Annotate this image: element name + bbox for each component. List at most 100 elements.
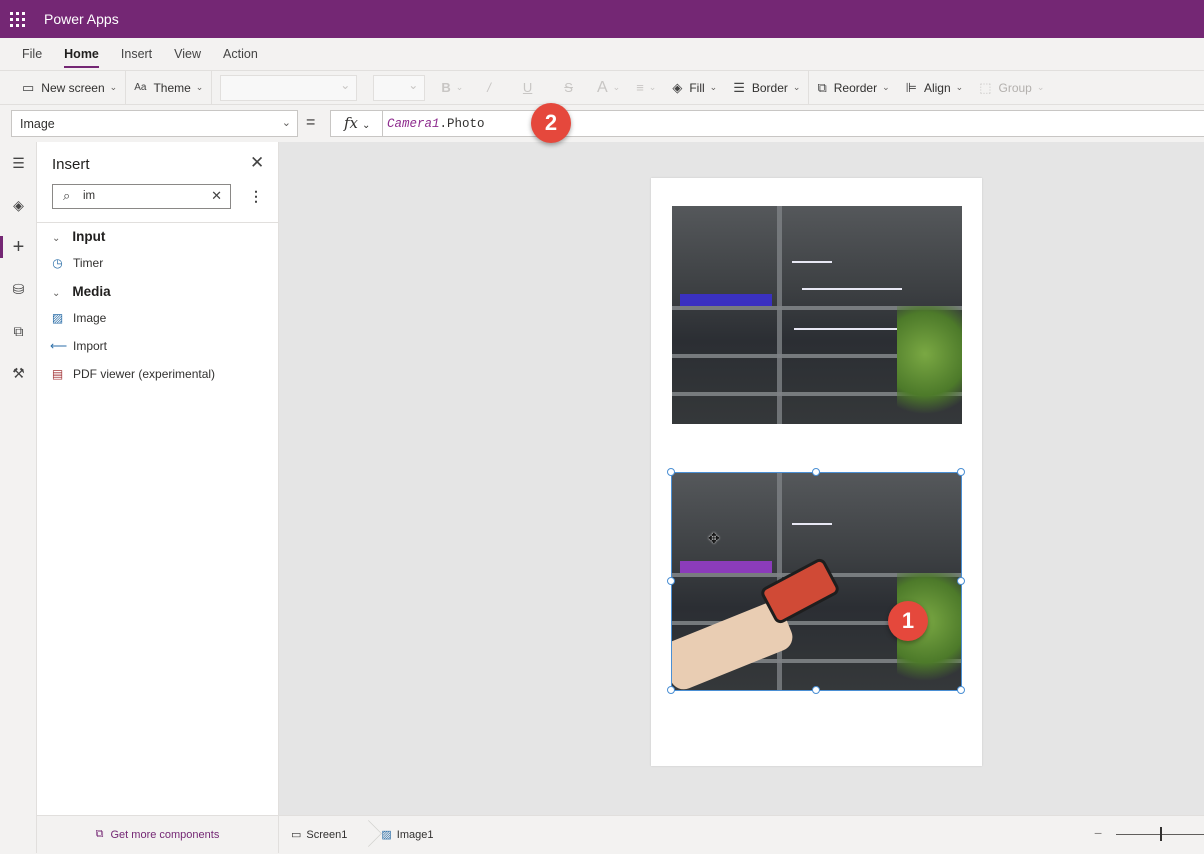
menu-view[interactable]: View bbox=[174, 43, 201, 65]
breadcrumb-screen[interactable]: ▭ Screen1 bbox=[279, 816, 359, 853]
ceiling-light bbox=[794, 328, 904, 330]
property-select[interactable]: Image ⌄ bbox=[11, 110, 298, 137]
timer-icon: ◷ bbox=[52, 256, 63, 270]
zoom-out-icon[interactable]: − bbox=[1094, 825, 1102, 841]
insert-item-label: Image bbox=[73, 311, 107, 325]
paint-bucket-icon: ◈ bbox=[672, 79, 683, 95]
insert-plus-icon[interactable]: + bbox=[0, 226, 37, 268]
fill-button[interactable]: ◈ Fill ⌄ bbox=[664, 71, 725, 104]
bold-button[interactable]: B ⌄ bbox=[433, 71, 471, 104]
italic-button[interactable]: / bbox=[471, 71, 507, 104]
panel-divider bbox=[37, 222, 278, 223]
hamburger-menu-icon[interactable]: ☰ bbox=[0, 142, 37, 184]
chevron-down-icon: ⌄ bbox=[195, 82, 204, 92]
image-icon: ▨ bbox=[381, 829, 392, 841]
app-title: Power Apps bbox=[44, 11, 119, 27]
ceiling-light bbox=[802, 288, 902, 290]
chevron-down-icon: ⌄ bbox=[1036, 82, 1045, 92]
chevron-down-icon: ⌄ bbox=[882, 82, 890, 92]
get-more-components-link[interactable]: ⧉ Get more components bbox=[37, 815, 279, 853]
insert-search-input[interactable]: ⌕ im ✕ bbox=[52, 184, 231, 209]
fx-button[interactable]: fx ⌄ bbox=[330, 110, 382, 137]
fill-label: Fill bbox=[689, 80, 705, 95]
app-launcher-icon[interactable] bbox=[0, 0, 34, 38]
equals-sign: = bbox=[306, 114, 316, 131]
zoom-slider-thumb[interactable] bbox=[1160, 827, 1162, 841]
font-color-button[interactable]: A ⌄ bbox=[589, 71, 628, 104]
annotation-badge-2: 2 bbox=[531, 103, 571, 143]
chevron-down-icon: ⌄ bbox=[612, 82, 621, 92]
font-size-wrapper bbox=[365, 71, 433, 104]
annotation-badge-1: 1 bbox=[888, 601, 928, 641]
more-options-icon[interactable]: ⋮ bbox=[249, 188, 263, 205]
font-size-select[interactable] bbox=[373, 74, 426, 101]
underline-button[interactable]: U bbox=[507, 71, 548, 104]
zoom-control: − bbox=[1094, 816, 1204, 854]
group-icon: ⬚ bbox=[979, 79, 992, 95]
status-bar: ▭ Screen1 ▨ Image1 − bbox=[279, 815, 1204, 853]
chevron-down-icon: ⌄ bbox=[52, 288, 61, 299]
theme-button[interactable]: Aa Theme ⌄ bbox=[126, 71, 211, 104]
group-button[interactable]: ⬚ Group ⌄ bbox=[971, 71, 1052, 104]
font-color-icon: A bbox=[596, 78, 608, 96]
chevron-down-icon: ⌄ bbox=[955, 82, 964, 92]
clear-search-icon[interactable]: ✕ bbox=[211, 188, 222, 204]
italic-icon: / bbox=[487, 80, 491, 95]
import-icon: ⟵ bbox=[50, 339, 68, 353]
insert-item-pdf-viewer[interactable]: ▤ PDF viewer (experimental) bbox=[50, 367, 215, 381]
close-icon[interactable]: ✕ bbox=[250, 153, 264, 173]
breadcrumb-separator bbox=[359, 816, 369, 854]
menu-insert[interactable]: Insert bbox=[121, 43, 152, 65]
fx-icon: fx bbox=[344, 114, 359, 132]
strikethrough-button[interactable]: S bbox=[548, 71, 589, 104]
insert-item-label: PDF viewer (experimental) bbox=[73, 367, 216, 381]
resize-handle[interactable] bbox=[667, 577, 675, 585]
insert-item-label: Timer bbox=[73, 256, 104, 270]
insert-item-image[interactable]: ▨ Image bbox=[50, 311, 107, 325]
insert-panel: Insert ✕ ⌕ im ✕ ⋮ ⌄ Input ◷ Timer ⌄ Media ▨… bbox=[37, 142, 279, 815]
resize-handle[interactable] bbox=[812, 686, 820, 694]
menu-action[interactable]: Action bbox=[223, 43, 258, 65]
resize-handle[interactable] bbox=[957, 577, 965, 585]
tree-view-icon[interactable]: ◈ bbox=[0, 184, 37, 226]
breadcrumb-screen-label: Screen1 bbox=[306, 828, 348, 841]
menu-file[interactable]: File bbox=[22, 43, 42, 65]
resize-handle[interactable] bbox=[812, 468, 820, 476]
camera-image-top[interactable] bbox=[672, 206, 962, 424]
menu-home[interactable]: Home bbox=[64, 43, 99, 68]
new-screen-button[interactable]: ▭ New screen ⌄ bbox=[0, 71, 125, 104]
resize-handle[interactable] bbox=[957, 686, 965, 694]
app-header: Power Apps bbox=[0, 0, 1204, 38]
search-icon: ⌕ bbox=[63, 188, 71, 203]
media-icon[interactable]: ⧉ bbox=[0, 310, 37, 352]
border-icon: ☰ bbox=[733, 79, 745, 95]
text-align-button[interactable]: ≡ ⌄ bbox=[628, 71, 664, 104]
align-button[interactable]: ⊫ Align ⌄ bbox=[898, 71, 972, 104]
advanced-tools-icon[interactable]: ⚒ bbox=[0, 352, 37, 394]
formula-bar: Image ⌄ = fx ⌄ Camera1.Photo bbox=[0, 105, 1204, 142]
insert-item-timer[interactable]: ◷ Timer bbox=[50, 256, 103, 270]
border-label: Border bbox=[751, 80, 788, 95]
font-family-select[interactable] bbox=[220, 74, 358, 101]
window-post bbox=[777, 206, 782, 424]
resize-handle[interactable] bbox=[957, 468, 965, 476]
chevron-down-icon: ⌄ bbox=[792, 82, 801, 92]
chevron-down-icon: ⌄ bbox=[362, 120, 371, 131]
resize-handle[interactable] bbox=[667, 686, 675, 694]
ribbon-toolbar: ▭ New screen ⌄ Aa Theme ⌄ B⌄ / U S A⌄ ≡⌄… bbox=[0, 70, 1204, 105]
category-input[interactable]: ⌄ Input bbox=[52, 229, 105, 244]
chevron-down-icon: ⌄ bbox=[52, 233, 61, 244]
image-icon: ▨ bbox=[51, 311, 64, 325]
formula-input[interactable]: Camera1.Photo bbox=[382, 110, 1204, 137]
formula-identifier: Camera1 bbox=[387, 117, 440, 131]
ceiling-light bbox=[792, 261, 832, 263]
theme-label: Theme bbox=[153, 80, 191, 95]
reorder-button[interactable]: ⧉ Reorder ⌄ bbox=[809, 71, 897, 104]
border-button[interactable]: ☰ Border ⌄ bbox=[725, 71, 808, 104]
resize-handle[interactable] bbox=[667, 468, 675, 476]
data-icon[interactable]: ⛁ bbox=[0, 268, 37, 310]
new-screen-label: New screen bbox=[41, 80, 105, 95]
category-media[interactable]: ⌄ Media bbox=[52, 284, 111, 299]
pdf-icon: ▤ bbox=[51, 367, 64, 381]
insert-item-import[interactable]: ⟵ Import bbox=[50, 339, 107, 353]
